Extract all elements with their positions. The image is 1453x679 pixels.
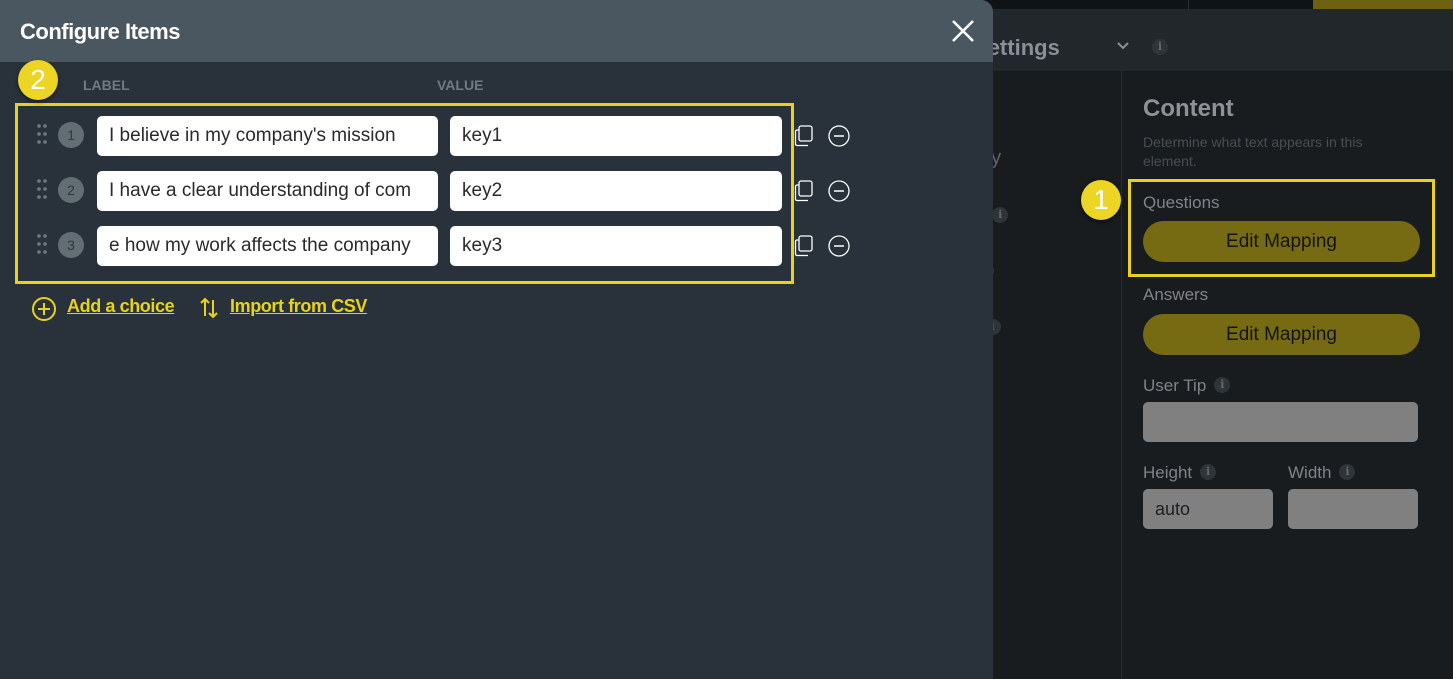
drag-handle-icon[interactable] — [36, 178, 48, 200]
modal-title: Configure Items — [20, 19, 180, 44]
user-tip-label: User Tip i — [1143, 376, 1231, 396]
user-tip-input[interactable] — [1143, 402, 1418, 442]
annotation-badge-1: 1 — [1081, 180, 1121, 220]
import-csv-link[interactable]: Import from CSV — [230, 296, 367, 317]
row-number: 3 — [58, 232, 84, 258]
item-row: 3 e how my work affects the company key3 — [0, 226, 993, 266]
content-description: Determine what text appears in this elem… — [1143, 134, 1363, 169]
annotation-badge-2: 2 — [18, 60, 58, 100]
height-label-text: Height — [1143, 463, 1193, 482]
content-heading: Content — [1143, 95, 1234, 122]
answers-label: Answers — [1143, 285, 1209, 304]
drag-handle-icon[interactable] — [36, 233, 48, 255]
close-icon[interactable] — [950, 18, 976, 44]
duplicate-icon[interactable] — [794, 125, 814, 147]
remove-icon[interactable] — [828, 235, 850, 257]
row-number: 2 — [58, 177, 84, 203]
drag-handle-icon[interactable] — [36, 123, 48, 145]
info-icon[interactable]: i — [1152, 39, 1168, 55]
width-input[interactable] — [1288, 489, 1418, 529]
info-icon: i — [1200, 463, 1217, 480]
remove-icon[interactable] — [828, 125, 850, 147]
modal-header: Configure Items — [0, 0, 993, 62]
width-label-text: Width — [1288, 463, 1332, 482]
remove-icon[interactable] — [828, 180, 850, 202]
column-header-label: LABEL — [83, 77, 130, 93]
configure-items-modal: Configure Items LABEL VALUE 1 I believe … — [0, 0, 993, 679]
row-number: 1 — [58, 122, 84, 148]
width-label: Width i — [1288, 463, 1356, 483]
info-icon: i — [1339, 463, 1356, 480]
column-header-value: VALUE — [437, 77, 484, 93]
answers-edit-mapping-button[interactable]: Edit Mapping — [1143, 314, 1420, 355]
chevron-down-icon[interactable] — [1116, 39, 1130, 53]
duplicate-icon[interactable] — [794, 235, 814, 257]
duplicate-icon[interactable] — [794, 180, 814, 202]
label-input[interactable]: I believe in my company's mission — [97, 116, 438, 156]
add-choice-link[interactable]: Add a choice — [67, 296, 175, 317]
height-input[interactable]: auto — [1143, 489, 1273, 529]
add-circle-icon[interactable] — [31, 296, 57, 322]
label-input[interactable]: I have a clear understanding of com — [97, 171, 438, 211]
user-tip-label-text: User Tip — [1143, 376, 1207, 395]
sort-arrows-icon[interactable] — [199, 296, 219, 320]
highlight-box-1 — [1128, 179, 1435, 277]
item-row: 1 I believe in my company's mission key1 — [0, 116, 993, 156]
value-input[interactable]: key3 — [450, 226, 782, 266]
label-input[interactable]: e how my work affects the company — [97, 226, 438, 266]
top-accent-tab[interactable] — [1313, 0, 1453, 9]
value-input[interactable]: key2 — [450, 171, 782, 211]
info-icon: i — [1214, 376, 1231, 393]
info-icon: i — [992, 206, 1009, 223]
divider — [1188, 0, 1189, 9]
value-input[interactable]: key1 — [450, 116, 782, 156]
height-label: Height i — [1143, 463, 1217, 483]
item-row: 2 I have a clear understanding of com ke… — [0, 171, 993, 211]
